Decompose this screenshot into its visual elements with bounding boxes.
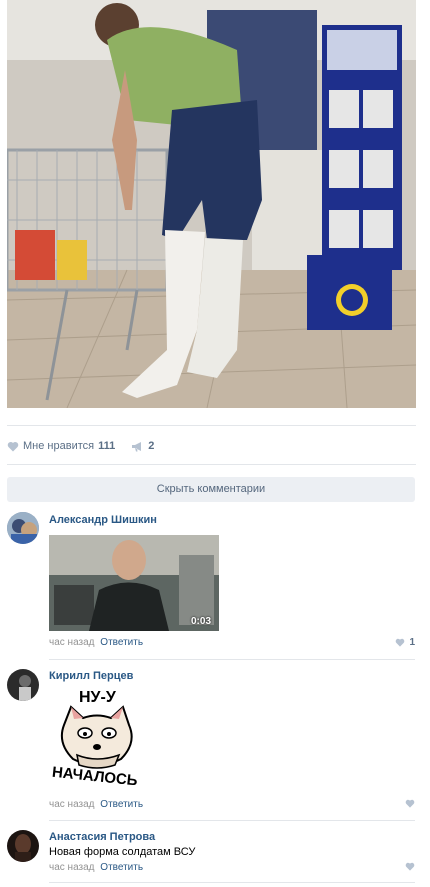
comment-like-button[interactable]: [405, 799, 415, 808]
share-button[interactable]: 2: [131, 440, 154, 452]
comment-time[interactable]: час назад: [49, 862, 95, 873]
sticker-text-top: НУ-У: [79, 689, 117, 706]
megaphone-icon: [132, 441, 142, 451]
avatar[interactable]: [7, 512, 39, 544]
comment-like-button[interactable]: 1: [395, 637, 415, 648]
hide-comments-button[interactable]: Скрыть комментарии: [7, 477, 415, 502]
comment-like-count: 1: [409, 637, 415, 648]
comment-author[interactable]: Анастасия Петрова: [49, 831, 155, 843]
heart-icon: [405, 799, 415, 808]
post-photo[interactable]: [7, 0, 416, 408]
like-label: Мне нравится: [23, 440, 95, 452]
separator: [49, 882, 415, 883]
share-count: 2: [148, 440, 155, 452]
comment-time[interactable]: час назад: [49, 637, 95, 648]
heart-icon: [396, 638, 405, 647]
comment-meta: час назад Ответить: [49, 862, 143, 873]
comment-text: Новая форма солдатам ВСУ: [49, 846, 196, 858]
avatar[interactable]: [7, 669, 39, 701]
post-actions: Мне нравится 111 2: [7, 437, 170, 455]
reply-link[interactable]: Ответить: [100, 862, 143, 873]
like-count: 111: [98, 440, 116, 452]
reply-link[interactable]: Ответить: [100, 799, 143, 810]
comment-meta: час назад Ответить: [49, 799, 143, 810]
comment-author[interactable]: Кирилл Перцев: [49, 670, 133, 682]
video-attachment[interactable]: 0:03: [49, 535, 219, 631]
heart-icon: [7, 441, 19, 451]
separator: [7, 464, 416, 465]
heart-icon: [405, 862, 415, 871]
sticker[interactable]: НУ-У НАЧАЛОСЬ: [49, 685, 145, 790]
comment-meta: час назад Ответить: [49, 637, 143, 648]
reply-link[interactable]: Ответить: [100, 637, 143, 648]
comment-time[interactable]: час назад: [49, 799, 95, 810]
avatar[interactable]: [7, 830, 39, 862]
comment-like-button[interactable]: [405, 862, 415, 871]
separator: [49, 820, 415, 821]
separator: [49, 659, 415, 660]
like-button[interactable]: Мне нравится 111: [7, 440, 115, 452]
video-duration: 0:03: [190, 616, 211, 627]
comment-author[interactable]: Александр Шишкин: [49, 514, 157, 526]
separator: [7, 425, 416, 426]
